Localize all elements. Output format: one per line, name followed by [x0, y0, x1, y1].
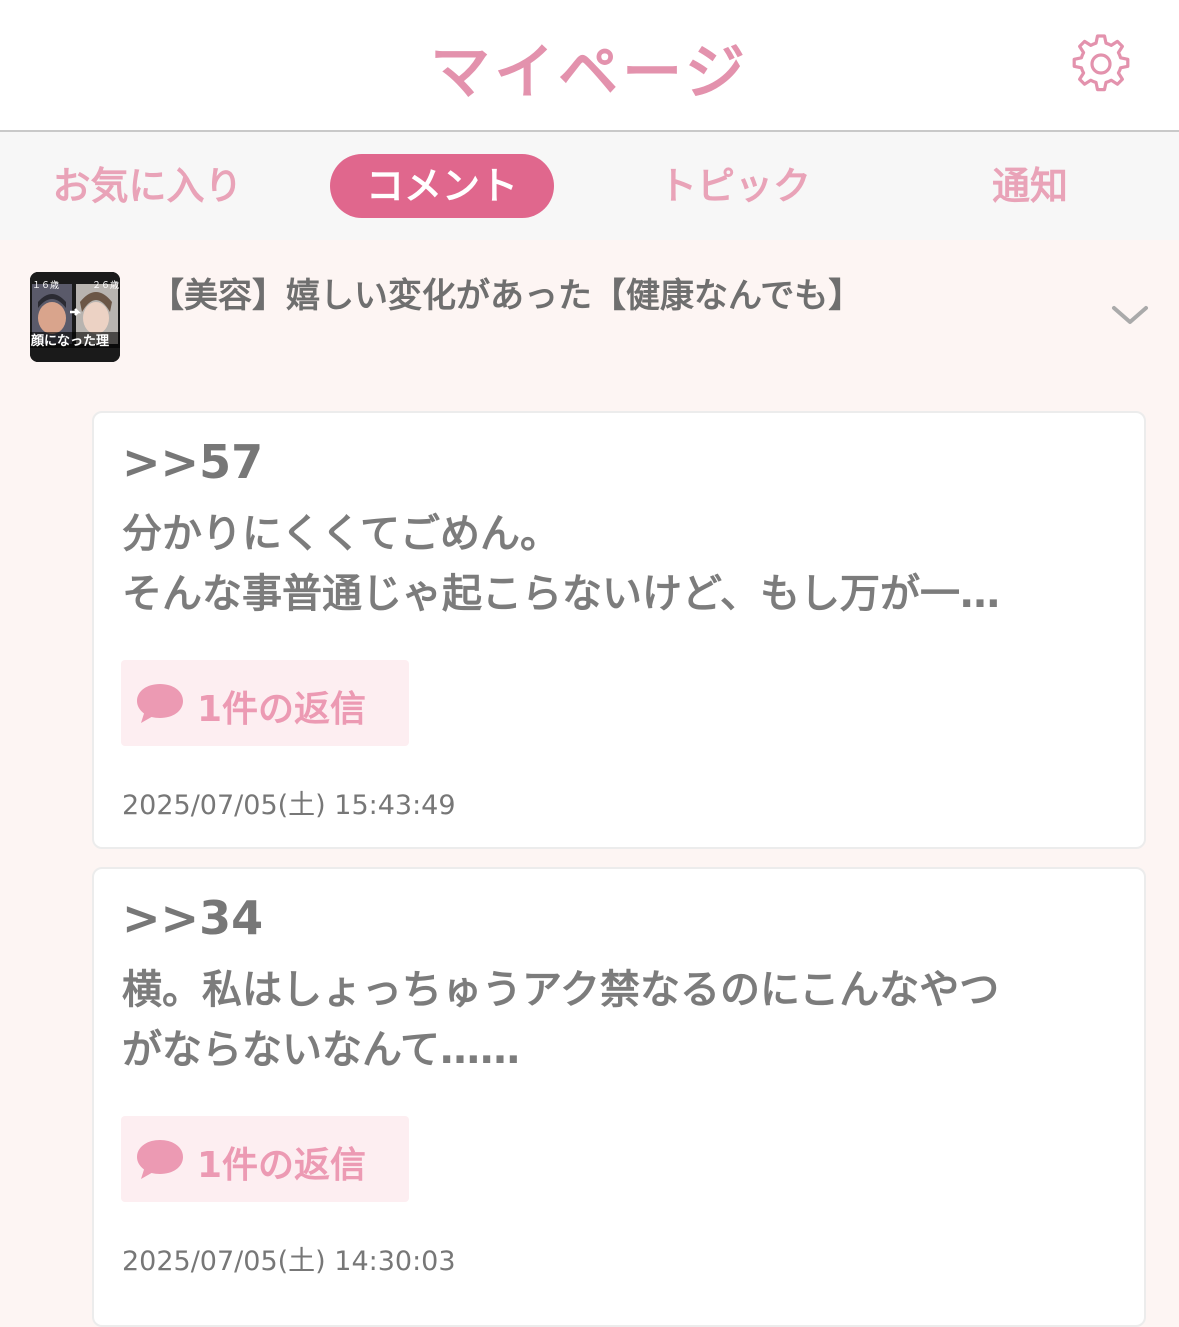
thumbnail-caption: 顔になった理 [30, 333, 109, 349]
comment-card[interactable]: >>57 分かりにくくてごめん。 そんな事普通じゃ起こらないけど、もし万が一… … [92, 411, 1146, 849]
page-title: マイページ [430, 38, 749, 108]
reply-count-label: 1件の返信 [197, 1145, 367, 1186]
topic-header[interactable]: １６歳 ２６歳 顔になった理 【美容】嬉しい変化があった【健康なんでも】 [0, 240, 1179, 390]
tab-notifications[interactable]: 通知 [965, 154, 1095, 218]
topic-title[interactable]: 【美容】嬉しい変化があった【健康なんでも】 [150, 268, 862, 317]
comment-timestamp: 2025/07/05(土) 15:43:49 [122, 790, 456, 821]
comment-card[interactable]: >>34 横。私はしょっちゅうアク禁なるのにこんなやつ がならないなんて…… 1… [92, 867, 1146, 1327]
reply-count-label: 1件の返信 [197, 689, 367, 730]
reply-count-button[interactable]: 1件の返信 [121, 660, 409, 746]
comment-anchor[interactable]: >>57 [122, 435, 263, 489]
comment-text-line: 横。私はしょっちゅうアク禁なるのにこんなやつ [122, 967, 1000, 1013]
reply-count-button[interactable]: 1件の返信 [121, 1116, 409, 1202]
comment-anchor[interactable]: >>34 [122, 891, 263, 945]
thumbnail-label-right: ２６歳 [92, 279, 119, 291]
chevron-down-icon[interactable] [1110, 300, 1150, 330]
tab-bar: お気に入り コメント トピック 通知 [0, 132, 1179, 240]
tab-topics[interactable]: トピック [640, 154, 830, 218]
gear-icon[interactable] [1069, 32, 1133, 96]
comment-text-line: そんな事普通じゃ起こらないけど、もし万が一… [122, 571, 1000, 617]
thumbnail-label-left: １６歳 [32, 279, 59, 291]
header-bar: マイページ [0, 0, 1179, 132]
tab-comments[interactable]: コメント [330, 154, 554, 218]
topic-thumbnail: １６歳 ２６歳 顔になった理 [30, 272, 120, 362]
tab-favorites[interactable]: お気に入り [40, 154, 255, 218]
comment-text-line: 分かりにくくてごめん。 [122, 511, 560, 557]
speech-bubble-icon [137, 684, 183, 723]
comment-text-line: がならないなんて…… [122, 1027, 520, 1073]
speech-bubble-icon [137, 1140, 183, 1179]
comment-timestamp: 2025/07/05(土) 14:30:03 [122, 1246, 456, 1277]
